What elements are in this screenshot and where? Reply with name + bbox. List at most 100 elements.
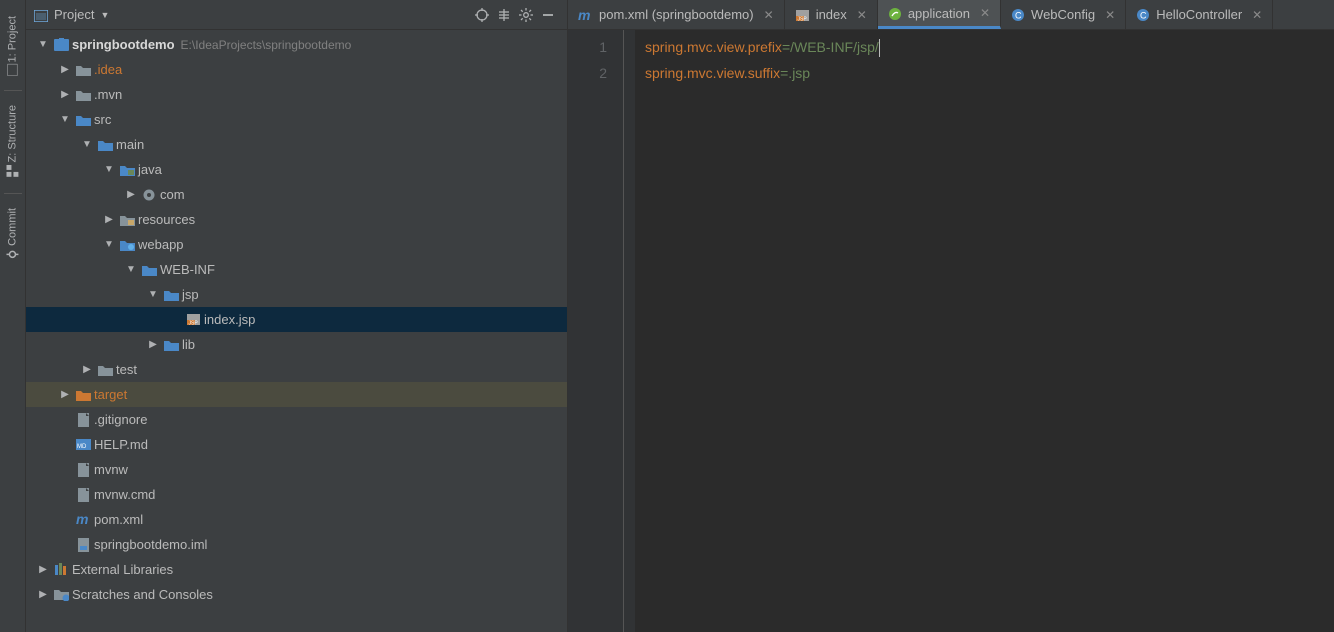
tab-label: HelloController <box>1156 7 1242 22</box>
expand-arrow[interactable]: ▼ <box>78 139 96 150</box>
tree-label: mvnw.cmd <box>92 487 155 502</box>
module-icon <box>52 38 70 51</box>
expand-arrow[interactable]: ▼ <box>144 289 162 300</box>
tree-node-web-inf[interactable]: ▼ WEB-INF <box>26 257 567 282</box>
tree-node-pom-xml[interactable]: mpom.xml <box>26 507 567 532</box>
tree-node-help-md[interactable]: MD HELP.md <box>26 432 567 457</box>
tab-label: index <box>816 7 847 22</box>
locate-button[interactable] <box>471 4 493 26</box>
expand-arrow[interactable]: ▼ <box>56 114 74 125</box>
tab-pom-xml--springbootdemo-[interactable]: mpom.xml (springbootdemo)✕ <box>568 0 785 29</box>
editor-area: mpom.xml (springbootdemo)✕JSPindex✕appli… <box>568 0 1334 632</box>
gitignore-icon <box>74 413 92 427</box>
maven-icon: m <box>578 7 593 22</box>
folder-blue-icon <box>96 139 114 151</box>
tree-label: com <box>158 187 185 202</box>
tool-window-z--structure[interactable]: Z: Structure <box>3 97 22 186</box>
tree-node--gitignore[interactable]: .gitignore <box>26 407 567 432</box>
iml-icon <box>74 538 92 552</box>
folder-res-icon <box>118 214 136 226</box>
scratch-icon <box>52 588 70 601</box>
tree-label: index.jsp <box>202 312 255 327</box>
md-icon: MD <box>74 438 92 451</box>
tree-node-com[interactable]: ▶ com <box>26 182 567 207</box>
close-tab-button[interactable]: ✕ <box>764 8 774 22</box>
expand-arrow[interactable]: ▼ <box>122 264 140 275</box>
tab-application[interactable]: application✕ <box>878 0 1001 29</box>
code-editor[interactable]: 12 spring.mvc.view.prefix=/WEB-INF/jsp/s… <box>568 30 1334 632</box>
expand-arrow[interactable]: ▶ <box>34 564 52 575</box>
hide-button[interactable] <box>537 4 559 26</box>
tree-label: resources <box>136 212 195 227</box>
tree-node--idea[interactable]: ▶ .idea <box>26 57 567 82</box>
close-tab-button[interactable]: ✕ <box>1105 8 1115 22</box>
tree-label: Scratches and Consoles <box>70 587 213 602</box>
tree-node-external-libraries[interactable]: ▶ External Libraries <box>26 557 567 582</box>
tree-label: jsp <box>180 287 199 302</box>
svg-text:C: C <box>1015 11 1022 21</box>
settings-button[interactable] <box>515 4 537 26</box>
tree-node-index-jsp[interactable]: JSP index.jsp <box>26 307 567 332</box>
tab-index[interactable]: JSPindex✕ <box>785 0 878 29</box>
expand-arrow[interactable]: ▶ <box>34 589 52 600</box>
tab-hellocontroller[interactable]: C HelloController ✕ <box>1126 0 1273 29</box>
expand-arrow[interactable]: ▶ <box>56 89 74 100</box>
expand-arrow[interactable]: ▼ <box>100 164 118 175</box>
expand-arrow[interactable]: ▶ <box>144 339 162 350</box>
expand-arrow[interactable]: ▶ <box>56 64 74 75</box>
project-panel: Project ▼ ▼springbootdemoE:\IdeaProjects… <box>26 0 568 632</box>
tree-node-lib[interactable]: ▶lib <box>26 332 567 357</box>
code-line[interactable]: spring.mvc.view.suffix=.jsp <box>645 60 1334 86</box>
tree-node-test[interactable]: ▶ test <box>26 357 567 382</box>
tree-label: java <box>136 162 162 177</box>
tree-node-java[interactable]: ▼ java <box>26 157 567 182</box>
tree-label: WEB-INF <box>158 262 215 277</box>
tab-webconfig[interactable]: CWebConfig✕ <box>1001 0 1126 29</box>
close-tab-button[interactable]: ✕ <box>857 8 867 22</box>
expand-arrow[interactable]: ▼ <box>100 239 118 250</box>
tool-window----project[interactable]: 1: Project <box>3 8 22 84</box>
tree-node-target[interactable]: ▶target <box>26 382 567 407</box>
line-number: 2 <box>568 60 607 86</box>
tree-label: External Libraries <box>70 562 173 577</box>
tree-node-webapp[interactable]: ▼webapp <box>26 232 567 257</box>
tree-node-scratches-and-consoles[interactable]: ▶ Scratches and Consoles <box>26 582 567 607</box>
class-icon: C <box>1136 7 1150 23</box>
folder-blue-icon <box>74 114 92 126</box>
folder-gray-icon <box>74 64 92 76</box>
tree-node-jsp[interactable]: ▼ jsp <box>26 282 567 307</box>
tree-label: .idea <box>92 62 122 77</box>
tree-label: HELP.md <box>92 437 148 452</box>
expand-arrow[interactable]: ▶ <box>100 214 118 225</box>
project-panel-dropdown-icon[interactable]: ▼ <box>100 10 109 20</box>
tree-label: springbootdemo.iml <box>92 537 207 552</box>
tree-label: test <box>114 362 137 377</box>
tree-node-src[interactable]: ▼src <box>26 107 567 132</box>
tree-node-springbootdemo[interactable]: ▼springbootdemoE:\IdeaProjects\springboo… <box>26 32 567 57</box>
code-body[interactable]: spring.mvc.view.prefix=/WEB-INF/jsp/spri… <box>635 30 1334 632</box>
svg-text:C: C <box>1140 11 1147 21</box>
tree-label: .gitignore <box>92 412 147 427</box>
tree-node-mvnw-cmd[interactable]: mvnw.cmd <box>26 482 567 507</box>
tree-node-main[interactable]: ▼main <box>26 132 567 157</box>
close-tab-button[interactable]: ✕ <box>980 6 990 20</box>
svg-text:MD: MD <box>77 444 87 450</box>
tree-label: mvnw <box>92 462 128 477</box>
expand-arrow[interactable]: ▶ <box>78 364 96 375</box>
svg-text:JSP: JSP <box>188 321 198 327</box>
libs-icon <box>52 563 70 576</box>
folder-blue-icon <box>162 289 180 301</box>
expand-arrow[interactable]: ▶ <box>56 389 74 400</box>
code-line[interactable]: spring.mvc.view.prefix=/WEB-INF/jsp/ <box>645 34 1334 60</box>
tree-node-resources[interactable]: ▶ resources <box>26 207 567 232</box>
tree-node-springbootdemo-iml[interactable]: springbootdemo.iml <box>26 532 567 557</box>
project-tree[interactable]: ▼springbootdemoE:\IdeaProjects\springboo… <box>26 30 567 632</box>
expand-arrow[interactable]: ▼ <box>34 39 52 50</box>
tool-window-commit[interactable]: Commit <box>3 200 22 270</box>
close-tab-button[interactable]: ✕ <box>1252 8 1262 22</box>
tree-node--mvn[interactable]: ▶.mvn <box>26 82 567 107</box>
folder-blue-icon <box>162 339 180 351</box>
expand-all-button[interactable] <box>493 4 515 26</box>
expand-arrow[interactable]: ▶ <box>122 189 140 200</box>
tree-node-mvnw[interactable]: mvnw <box>26 457 567 482</box>
